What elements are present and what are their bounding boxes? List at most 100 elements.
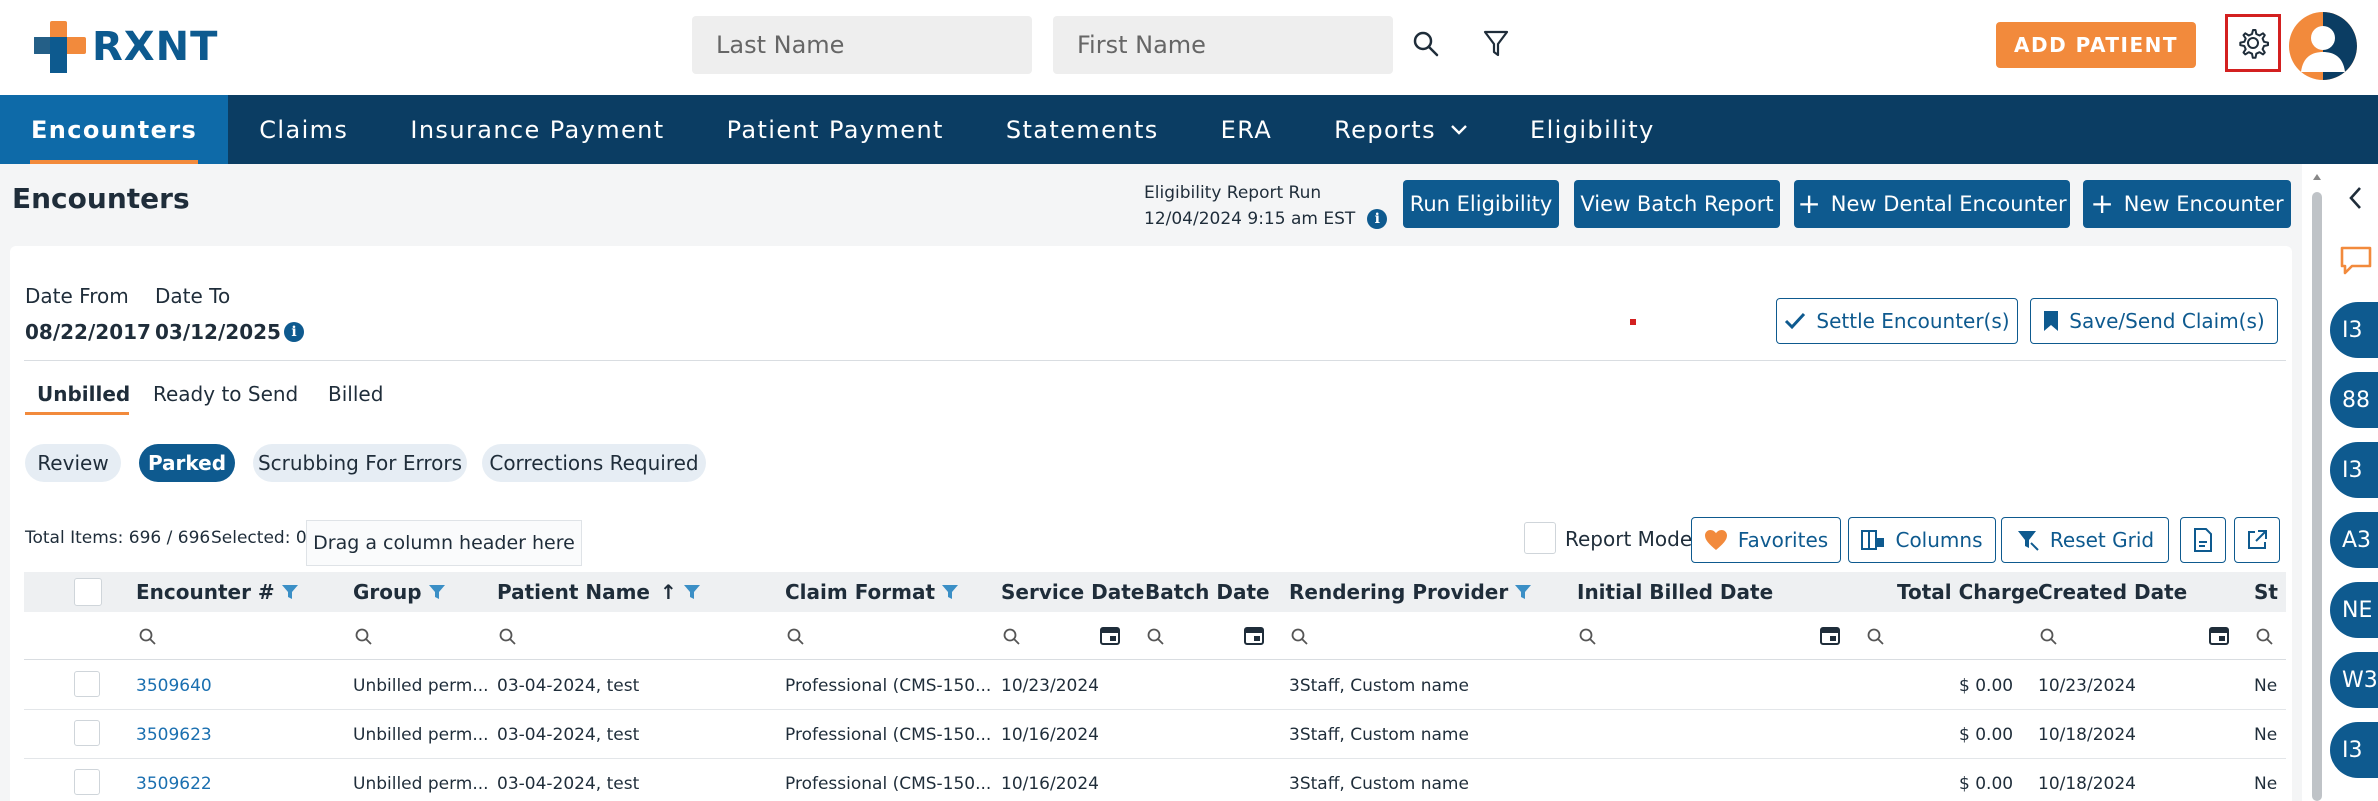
format-cell: Professional (CMS-150... (785, 773, 992, 794)
select-all-checkbox[interactable] (74, 578, 102, 606)
pill-scrubbing-for-errors[interactable]: Scrubbing For Errors (253, 444, 467, 482)
settings-button[interactable] (2225, 14, 2281, 72)
last-name-input[interactable] (692, 16, 1032, 74)
col-service-date[interactable]: Service Date (1001, 572, 1144, 612)
date-to-value[interactable]: 03/12/2025 (155, 320, 281, 344)
pill-corrections-required[interactable]: Corrections Required (482, 444, 706, 482)
nav-encounters[interactable]: Encounters (0, 95, 229, 164)
search-icon[interactable] (2256, 628, 2274, 646)
search-icon[interactable] (1147, 628, 1165, 646)
col-group[interactable]: Group (353, 572, 446, 612)
search-icon[interactable] (355, 628, 373, 646)
col-rendering-provider[interactable]: Rendering Provider (1289, 572, 1532, 612)
rail-badge[interactable]: NE (2330, 582, 2378, 638)
first-name-input[interactable] (1053, 16, 1393, 74)
provider-cell: 3Staff, Custom name (1289, 675, 1469, 696)
calendar-icon[interactable] (1819, 624, 1841, 646)
group-drop-zone[interactable]: Drag a column header here (306, 520, 582, 566)
eligibility-run-label: Eligibility Report Run (1144, 183, 1322, 203)
search-icon[interactable] (787, 628, 805, 646)
filter-icon[interactable] (1478, 26, 1514, 62)
save-send-claims-button[interactable]: Save/Send Claim(s) (2030, 298, 2278, 344)
rail-badge[interactable]: I3 (2330, 722, 2378, 778)
encounter-link[interactable]: 3509640 (136, 661, 212, 710)
table-row[interactable]: 3509640 Unbilled perm... 03-04-2024, tes… (24, 661, 2286, 710)
export-csv-button[interactable] (2180, 517, 2226, 563)
reset-grid-button[interactable]: Reset Grid (2001, 517, 2169, 563)
tab-billed[interactable]: Billed (328, 382, 383, 406)
report-mode-checkbox[interactable] (1524, 522, 1556, 554)
row-checkbox[interactable] (74, 769, 100, 795)
col-batch-date[interactable]: Batch Date (1145, 572, 1270, 612)
document-export-icon (2194, 528, 2212, 552)
page-scrollbar[interactable] (2310, 172, 2324, 801)
settle-encounters-button[interactable]: Settle Encounter(s) (1776, 298, 2018, 344)
col-created-date[interactable]: Created Date (2038, 572, 2187, 612)
table-row[interactable]: 3509623 Unbilled perm... 03-04-2024, tes… (24, 710, 2286, 759)
rxnt-logo[interactable]: RXNT (32, 19, 218, 75)
rail-badge[interactable]: 88 (2330, 372, 2378, 428)
encounter-link[interactable]: 3509622 (136, 759, 212, 801)
search-icon[interactable] (139, 628, 157, 646)
search-icon[interactable] (499, 628, 517, 646)
pill-parked[interactable]: Parked (139, 444, 235, 482)
nav-insurance-payment[interactable]: Insurance Payment (379, 95, 695, 164)
search-icon[interactable] (1867, 628, 1885, 646)
group-cell: Unbilled perm... (353, 724, 489, 745)
table-row[interactable]: 3509622 Unbilled perm... 03-04-2024, tes… (24, 759, 2286, 801)
row-checkbox[interactable] (74, 671, 100, 697)
rail-badge[interactable]: I3 (2330, 442, 2378, 498)
col-total-charge[interactable]: Total Charge (1897, 572, 2039, 612)
search-icon[interactable] (1408, 26, 1444, 62)
col-claim-format[interactable]: Claim Format (785, 572, 959, 612)
view-batch-report-button[interactable]: View Batch Report (1574, 180, 1780, 228)
user-avatar[interactable] (2289, 12, 2357, 80)
search-icon[interactable] (1579, 628, 1597, 646)
chat-icon[interactable] (2338, 244, 2374, 278)
search-icon[interactable] (1291, 628, 1309, 646)
nav-era[interactable]: ERA (1190, 95, 1304, 164)
collapse-rail-icon[interactable] (2344, 184, 2368, 212)
row-checkbox[interactable] (74, 720, 100, 746)
run-eligibility-button[interactable]: Run Eligibility (1403, 180, 1559, 228)
calendar-icon[interactable] (1243, 624, 1265, 646)
info-icon[interactable]: i (1367, 209, 1388, 229)
columns-button[interactable]: Columns (1848, 517, 1996, 563)
tab-ready-to-send[interactable]: Ready to Send (153, 382, 298, 406)
nav-statements[interactable]: Statements (975, 95, 1190, 164)
nav-patient-payment[interactable]: Patient Payment (696, 95, 975, 164)
search-icon[interactable] (2040, 628, 2058, 646)
col-status[interactable]: St (2254, 572, 2278, 612)
nav-label: Eligibility (1530, 115, 1655, 144)
rail-badge[interactable]: A3 (2330, 512, 2378, 568)
column-filter-icon[interactable] (683, 584, 701, 600)
date-from-value[interactable]: 08/22/2017 (25, 320, 151, 344)
calendar-icon[interactable] (2208, 624, 2230, 646)
nav-claims[interactable]: Claims (228, 95, 379, 164)
tab-unbilled[interactable]: Unbilled (37, 382, 130, 406)
column-filter-icon[interactable] (1514, 584, 1532, 600)
favorites-button[interactable]: Favorites (1691, 517, 1841, 563)
col-patient-name[interactable]: Patient Name ↑ (497, 572, 701, 612)
column-filter-icon[interactable] (428, 584, 446, 600)
external-export-button[interactable] (2234, 517, 2280, 563)
col-encounter[interactable]: Encounter # (136, 572, 299, 612)
add-patient-button[interactable]: ADD PATIENT (1996, 22, 2196, 68)
column-filter-icon[interactable] (941, 584, 959, 600)
nav-eligibility[interactable]: Eligibility (1499, 95, 1686, 164)
created-date-cell: 10/18/2024 (2038, 773, 2136, 794)
new-dental-encounter-button[interactable]: + New Dental Encounter (1794, 180, 2070, 228)
date-info-icon[interactable]: i (284, 322, 304, 342)
search-icon[interactable] (1003, 628, 1021, 646)
rail-badge[interactable]: I3 (2330, 302, 2378, 358)
new-encounter-button[interactable]: + New Encounter (2083, 180, 2291, 228)
calendar-icon[interactable] (1099, 624, 1121, 646)
encounter-link[interactable]: 3509623 (136, 710, 212, 759)
col-initial-billed-date[interactable]: Initial Billed Date (1577, 572, 1773, 612)
column-filter-icon[interactable] (281, 584, 299, 600)
pill-review[interactable]: Review (25, 444, 121, 482)
nav-reports[interactable]: Reports (1303, 95, 1499, 164)
column-label: Patient Name (497, 580, 650, 604)
rail-badge[interactable]: W3 (2330, 652, 2378, 708)
sort-asc-icon[interactable]: ↑ (660, 580, 677, 604)
